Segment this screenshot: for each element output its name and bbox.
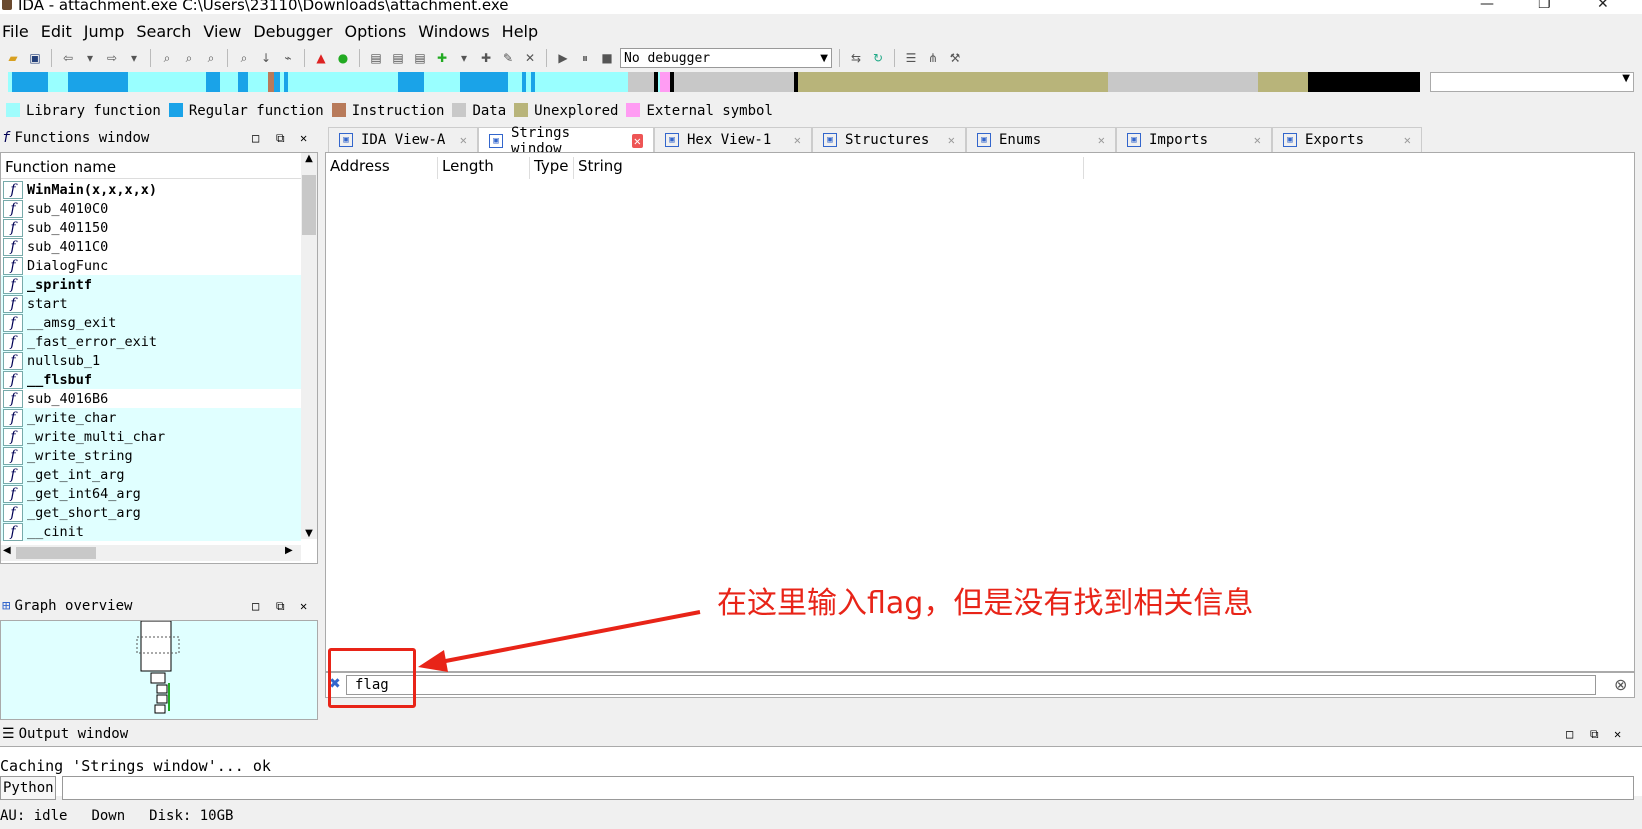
annotation-arrow [418, 610, 701, 672]
command-line: Python [0, 774, 1642, 802]
command-input[interactable] [62, 776, 1634, 800]
cli-language-button[interactable]: Python [0, 776, 56, 800]
status-bar: AU: idle Down Disk: 10GB [0, 802, 1642, 829]
annotation-highlight-box [328, 648, 416, 708]
output-window-title: Output window [18, 726, 129, 742]
status-direction: Down [91, 807, 126, 824]
minimize-panel-icon[interactable]: □ [1566, 727, 1573, 741]
status-state: AU: idle [0, 807, 68, 824]
close-panel-icon[interactable]: ✕ [1614, 727, 1621, 741]
output-line: Caching 'Strings window'... ok [0, 757, 271, 775]
output-window-header: ☰ Output window □ ⧉ ✕ [0, 722, 1642, 746]
annotation-text: 在这里输入flag，但是没有找到相关信息 [717, 586, 1254, 621]
output-icon: ☰ [2, 726, 15, 742]
status-disk: Disk: 10GB [149, 807, 234, 824]
float-panel-icon[interactable]: ⧉ [1590, 727, 1599, 742]
